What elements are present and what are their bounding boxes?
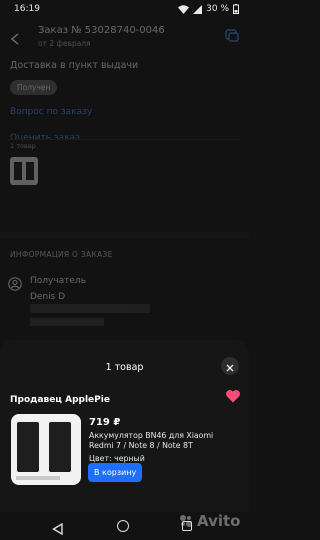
watermark-text: Avito xyxy=(197,512,241,530)
order-date: от 2 февраля xyxy=(38,39,91,48)
person-icon xyxy=(8,276,22,295)
battery-text: 30 % xyxy=(206,4,229,14)
redacted-email xyxy=(30,318,104,326)
redacted-phone xyxy=(30,304,150,313)
battery-icon xyxy=(233,4,239,14)
info-heading: ИНФОРМАЦИЯ О ЗАКАЗЕ xyxy=(10,250,113,259)
close-button[interactable] xyxy=(221,357,239,375)
nav-back-icon[interactable] xyxy=(52,520,63,539)
items-count: 1 товар xyxy=(10,142,36,150)
product-color: Цвет: черный xyxy=(89,454,145,463)
seller-name[interactable]: Продавец ApplePie xyxy=(10,395,110,405)
order-title: Заказ № 53028740-0046 xyxy=(38,25,165,36)
top-bar: Заказ № 53028740-0046 от 2 февраля xyxy=(0,22,249,52)
add-to-cart-button[interactable]: В корзину xyxy=(88,463,143,482)
status-icons: 30 % xyxy=(178,4,239,14)
bottom-sheet: 1 товар Продавец ApplePie 719 ₽ Аккумуля… xyxy=(0,340,249,512)
product-price: 719 ₽ xyxy=(89,417,121,428)
item-thumbnail xyxy=(10,157,38,185)
signal-icon xyxy=(193,4,203,14)
avito-logo-icon xyxy=(180,515,192,527)
recipient-label: Получатель xyxy=(30,276,87,286)
nav-home-icon[interactable] xyxy=(117,520,129,532)
avito-watermark: Avito xyxy=(178,512,240,530)
order-items-card[interactable]: 1 товар xyxy=(8,139,241,200)
chat-icon[interactable] xyxy=(225,28,239,47)
wifi-icon xyxy=(178,4,190,14)
status-bar: 16:19 30 % xyxy=(0,0,249,20)
back-arrow-icon[interactable] xyxy=(10,30,20,49)
status-time: 16:19 xyxy=(14,4,40,14)
recipient-name: Denis D xyxy=(30,292,66,302)
product-name[interactable]: Аккумулятор BN46 для Xiaomi Redmi 7 / No… xyxy=(89,431,229,451)
sheet-title: 1 товар xyxy=(105,362,144,373)
status-badge: Получен xyxy=(10,80,58,95)
close-icon xyxy=(226,357,234,376)
section-divider xyxy=(0,232,249,238)
question-link[interactable]: Вопрос по заказу xyxy=(10,107,92,117)
delivery-type: Доставка в пункт выдачи xyxy=(10,60,139,71)
heart-icon[interactable] xyxy=(225,388,241,407)
product-image[interactable] xyxy=(11,414,81,485)
